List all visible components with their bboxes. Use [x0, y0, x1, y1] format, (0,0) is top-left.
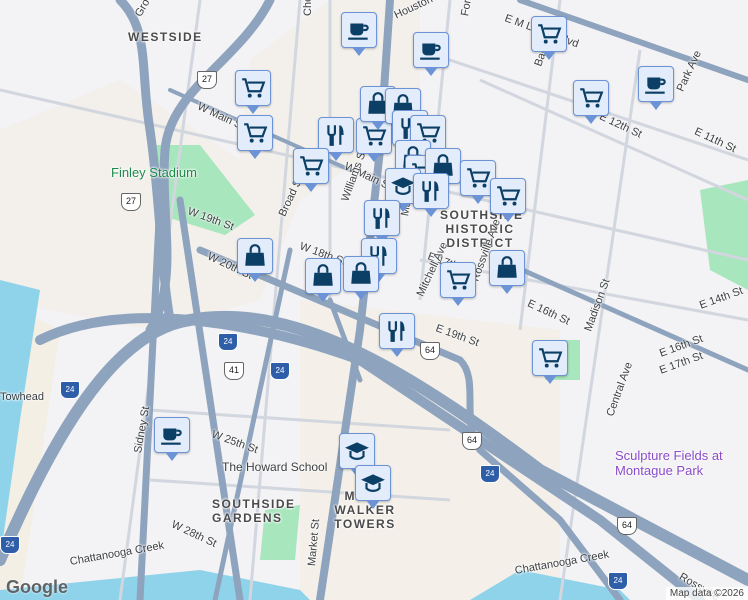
route-shield-64: 64 [420, 342, 440, 360]
cart-icon [298, 153, 324, 179]
bag-marker[interactable] [305, 258, 341, 302]
bag-marker[interactable] [237, 238, 273, 282]
poi-towhead: Towhead [0, 391, 45, 403]
coffee-icon [643, 71, 669, 97]
bag-marker[interactable] [343, 256, 379, 300]
bag-marker[interactable] [489, 250, 525, 294]
coffee-marker[interactable] [638, 66, 674, 110]
grad-marker[interactable] [355, 465, 391, 509]
route-shield-24: 24 [270, 362, 290, 380]
street-label: Chestnut St [302, 0, 314, 16]
poi-howard-school[interactable]: The Howard School [222, 460, 327, 474]
grad-icon [344, 438, 370, 464]
cart-icon [465, 165, 491, 191]
route-shield-24: 24 [60, 381, 80, 399]
bag-icon [310, 263, 336, 289]
cart-icon [536, 21, 562, 47]
route-shield-27: 27 [121, 193, 141, 211]
cart-marker[interactable] [490, 178, 526, 222]
fork-icon [418, 178, 444, 204]
cart-marker[interactable] [532, 340, 568, 384]
route-shield-64: 64 [617, 517, 637, 535]
cart-marker[interactable] [531, 16, 567, 60]
route-shield-41: 41 [224, 362, 244, 380]
fork-icon [384, 318, 410, 344]
route-shield-24: 24 [480, 465, 500, 483]
route-shield-24: 24 [0, 536, 20, 554]
neighborhood-westside: WESTSIDE [128, 30, 203, 44]
fork-marker[interactable] [364, 200, 400, 244]
neighborhood-southside-gardens: SOUTHSIDE GARDENS [212, 497, 296, 525]
bag-icon [494, 255, 520, 281]
cart-marker[interactable] [573, 80, 609, 124]
fork-icon [323, 122, 349, 148]
coffee-icon [159, 422, 185, 448]
cart-marker[interactable] [237, 115, 273, 159]
cart-icon [495, 183, 521, 209]
route-shield-64: 64 [462, 432, 482, 450]
cart-icon [445, 267, 471, 293]
cart-icon [537, 345, 563, 371]
cart-icon [578, 85, 604, 111]
coffee-marker[interactable] [341, 12, 377, 56]
cart-marker[interactable] [235, 70, 271, 114]
fork-marker[interactable] [413, 173, 449, 217]
coffee-icon [346, 17, 372, 43]
cart-icon [240, 75, 266, 101]
map-attribution[interactable]: Map data ©2026 [665, 587, 748, 600]
coffee-marker[interactable] [154, 417, 190, 461]
grad-marker[interactable] [339, 433, 375, 477]
fork-marker[interactable] [379, 313, 415, 357]
bag-icon [242, 243, 268, 269]
bag-icon [348, 261, 374, 287]
coffee-icon [418, 37, 444, 63]
poi-finley-stadium[interactable]: Finley Stadium [111, 165, 197, 180]
route-shield-24: 24 [218, 333, 238, 351]
cart-marker[interactable] [293, 148, 329, 192]
grad-icon [360, 470, 386, 496]
cart-icon [242, 120, 268, 146]
map[interactable]: WESTSIDE SOUTHSIDE HISTORIC DISTRICT SOU… [0, 0, 748, 600]
fork-icon [369, 205, 395, 231]
poi-sculpture-fields[interactable]: Sculpture Fields at Montague Park [615, 448, 735, 478]
google-logo: Google [6, 577, 68, 597]
route-shield-27: 27 [197, 71, 217, 89]
coffee-marker[interactable] [413, 32, 449, 76]
cart-marker[interactable] [440, 262, 476, 306]
route-shield-24: 24 [608, 572, 628, 590]
